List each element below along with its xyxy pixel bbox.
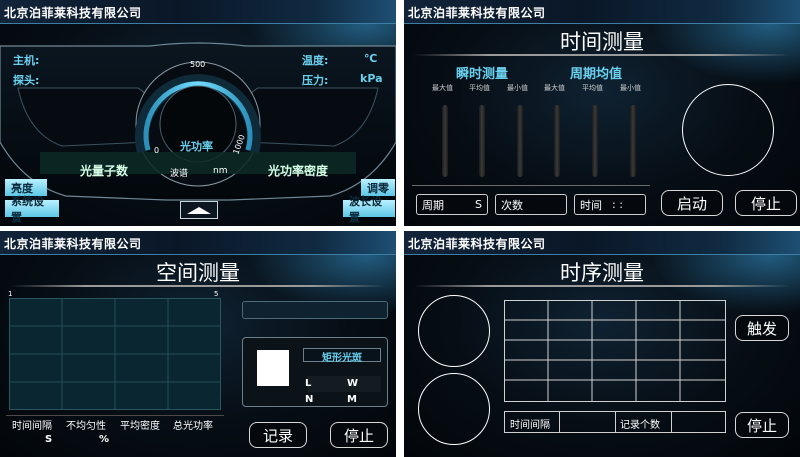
company-name: 北京泊菲莱科技有限公司 [408,6,546,20]
window-header: 北京泊菲莱科技有限公司 [404,0,800,24]
page-title: 时序测量 [560,261,644,285]
width-label: W [347,378,359,389]
window-header: 北京泊菲莱科技有限公司 [0,231,396,255]
avg-density-label: 平均密度 [120,421,160,432]
page-title: 时间测量 [560,30,644,54]
column-label: 最大值 [544,84,565,92]
level-bar [517,105,523,177]
company-name: 北京泊菲莱科技有限公司 [408,237,546,251]
wavelength-label: 波谱 [170,169,189,179]
level-bar [442,105,448,177]
trigger-button[interactable]: 触发 [735,315,789,341]
temperature-unit: ℃ [364,52,378,65]
temperature-label: 温度: [302,54,329,67]
pressure-unit: kPa [360,72,383,85]
power-density-label: 光功率密度 [268,164,329,178]
grid-right-label: 5 [214,290,219,298]
start-button[interactable]: 启动 [661,190,723,216]
record-table [504,300,726,402]
column-label: 最大值 [432,84,453,92]
n-label: N [305,394,314,405]
divider [412,185,650,186]
instant-measure-label: 瞬时测量 [456,67,509,82]
length-label: L [305,378,312,389]
space-measure-panel: 北京泊菲莱科技有限公司 空间测量 1 5 矩形光斑 L W N M 时间间隔 不… [0,231,396,457]
record-count-label: 记录个数 [620,420,660,431]
period-unit: S [475,198,482,211]
level-bar [630,105,636,177]
spot-settings-box: 矩形光斑 L W N M [242,337,388,407]
sequence-measure-panel: 北京泊菲莱科技有限公司 时序测量 时间间隔 记录个数 触发 停止 [404,231,800,457]
company-name: 北京泊菲莱科技有限公司 [4,237,142,251]
dial-display-bottom [418,373,490,445]
record-button[interactable]: 记录 [249,422,307,448]
count-field[interactable]: 次数 [495,194,567,215]
time-measure-panel: 北京泊菲莱科技有限公司 时间测量 瞬时测量 周期均值 最大值 平均值 最小值 最… [404,0,800,226]
level-bar [592,105,598,177]
pressure-label: 压力: [302,74,329,87]
title-divider [414,54,790,56]
interval-label: 时间间隔 [12,421,52,432]
stop-button[interactable]: 停止 [735,190,797,216]
spot-preview [257,350,289,386]
probe-label: 探头: [13,74,40,87]
window-header: 北京泊菲莱科技有限公司 [0,0,396,24]
level-bar [554,105,560,177]
gauge-title: 光功率 [180,140,213,153]
page-title: 空间测量 [156,261,240,285]
spatial-grid [9,298,221,410]
column-label: 最小值 [507,84,528,92]
dial-display [682,84,774,176]
rect-spot-field[interactable]: 矩形光斑 [303,348,381,364]
rect-spot-label: 矩形光斑 [322,353,362,364]
period-field[interactable]: 周期 S [416,194,488,215]
divider [6,415,224,416]
status-bar [242,301,388,319]
column-label: 平均值 [582,84,603,92]
time-value: : : [612,198,623,211]
window-header: 北京泊菲莱科技有限公司 [404,231,800,255]
interval-unit: S [45,434,53,445]
grid-left-label: 1 [8,290,13,298]
stop-button[interactable]: 停止 [735,412,789,438]
column-label: 最小值 [620,84,641,92]
period-label: 周期 [422,198,444,212]
column-label: 平均值 [469,84,490,92]
dial-display-top [418,295,490,367]
m-label: M [347,394,357,405]
company-name: 北京泊菲莱科技有限公司 [4,6,142,20]
up-arrow-icon [187,207,211,214]
summary-row: 时间间隔 记录个数 [504,411,726,433]
dashboard-frame [0,42,396,201]
dashboard-panel: 北京泊菲莱科技有限公司 主机: 探头: 温度: ℃ 压力: kPa 500 0 … [0,0,396,226]
photon-count-label: 光量子数 [80,164,129,178]
count-label: 次数 [501,198,523,212]
wavelength-settings-button[interactable]: 波长设置 [343,195,395,224]
level-bar [479,105,485,177]
time-field[interactable]: 时间 : : [574,194,646,215]
period-average-label: 周期均值 [570,67,623,82]
title-divider [10,285,386,287]
expand-button[interactable] [180,201,218,219]
non-uniformity-label: 不均匀性 [66,421,106,432]
non-uniformity-unit: % [99,434,110,445]
stop-button[interactable]: 停止 [330,422,388,448]
wavelength-unit: nm [213,166,228,176]
total-power-label: 总光功率 [173,421,213,432]
host-label: 主机: [13,54,40,67]
title-divider [414,285,790,287]
time-label: 时间 [580,198,602,212]
interval-label: 时间间隔 [510,420,550,431]
gauge-max-label: 500 [190,60,206,69]
system-settings-button[interactable]: 系统设置 [5,195,59,224]
gauge-min-label: 0 [154,146,160,155]
size-bar [307,376,381,392]
